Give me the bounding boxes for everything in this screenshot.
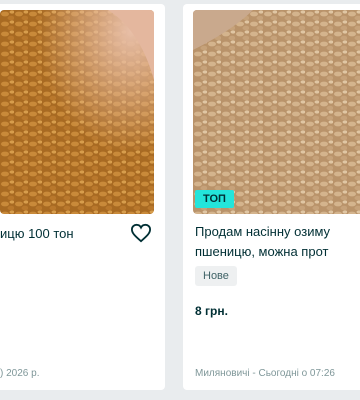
listing-card[interactable]: ТОП Продам насінну озиму пшеницю, можна …: [183, 4, 360, 390]
listing-photo[interactable]: [0, 10, 154, 214]
top-badge: ТОП: [195, 190, 234, 208]
wheat-grains-image: [193, 10, 360, 214]
listing-card[interactable]: ицю 100 тон ) 2026 р.: [0, 4, 165, 390]
listing-title-line: пшеницю, можна прот: [195, 244, 329, 259]
heart-icon[interactable]: [130, 223, 152, 243]
listing-title-line: Продам насінну озиму: [195, 224, 331, 239]
listing-meta: ) 2026 р.: [0, 368, 40, 379]
listings-grid: ицю 100 тон ) 2026 р. ТОП Продам насінну…: [0, 0, 360, 400]
wheat-grains-image: [0, 10, 154, 214]
listing-meta: Миляновичі - Сьогодні о 07:26: [195, 368, 335, 379]
condition-tag: Нове: [195, 266, 237, 286]
listing-price: 8 грн.: [195, 304, 228, 318]
listing-title[interactable]: ицю 100 тон: [0, 224, 130, 244]
listing-photo[interactable]: [193, 10, 360, 214]
listing-title[interactable]: Продам насінну озиму пшеницю, можна прот: [195, 222, 360, 262]
